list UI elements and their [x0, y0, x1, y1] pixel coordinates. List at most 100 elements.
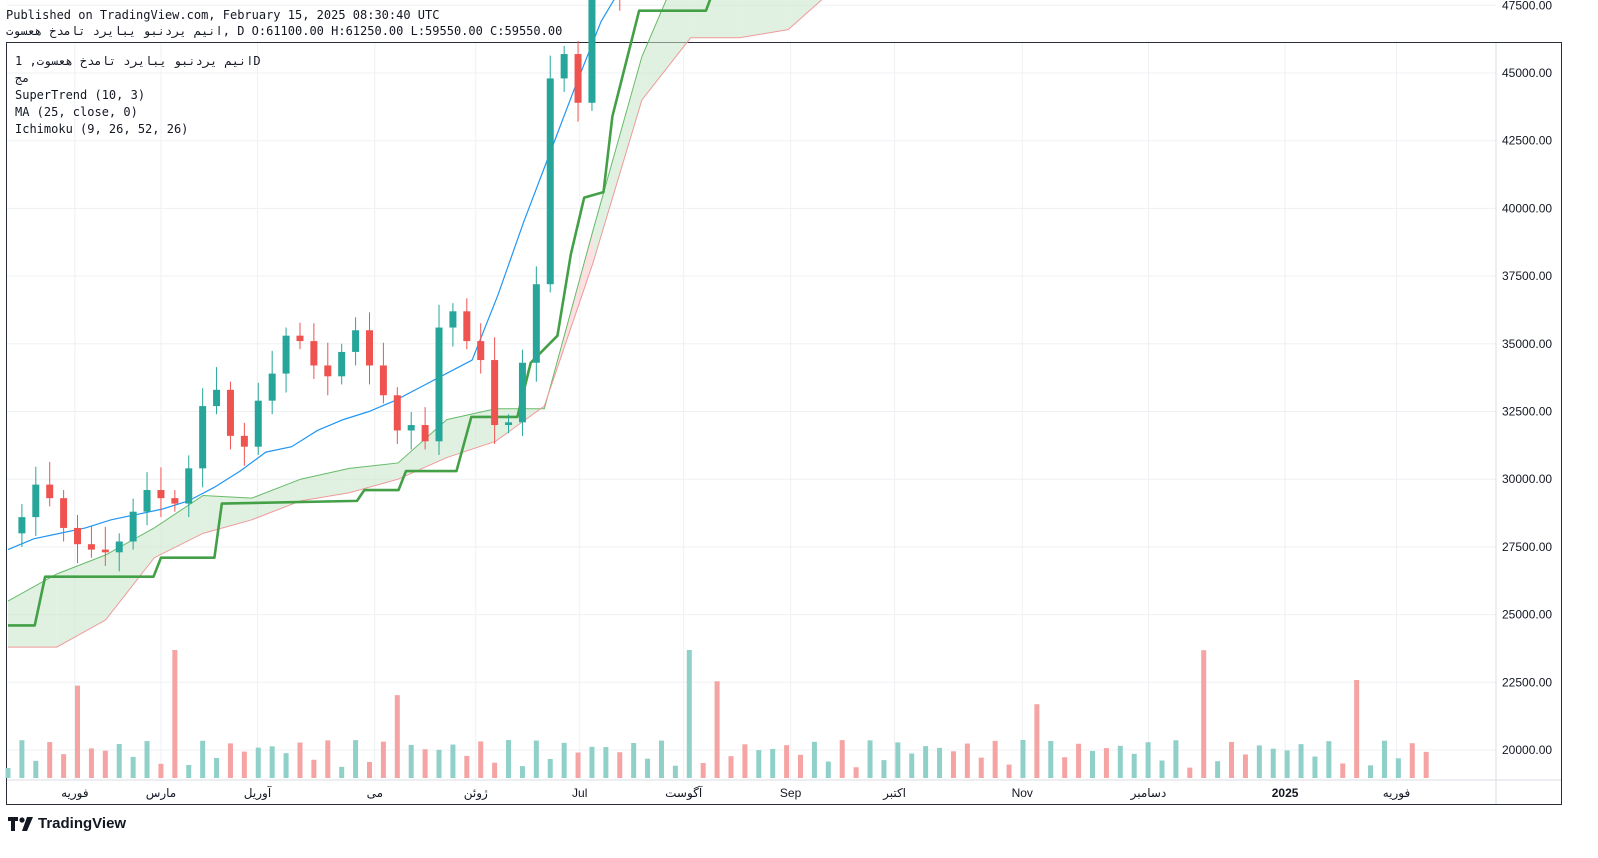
ichimoku-cloud-segment	[251, 479, 301, 520]
candle	[199, 406, 207, 469]
y-tick-label: 27500.00	[1502, 540, 1552, 554]
volume-bar	[728, 756, 734, 778]
volume-bar	[158, 763, 164, 778]
candle	[240, 435, 248, 447]
volume-bar	[1159, 760, 1165, 778]
volume-bar	[61, 754, 67, 778]
legend-supertrend[interactable]: SuperTrend (10, 3)	[15, 88, 145, 102]
volume-bar	[964, 743, 970, 778]
volume-bar	[1187, 767, 1193, 778]
volume-bar	[825, 761, 831, 778]
volume-bar	[75, 685, 81, 778]
x-tick-label: 2025	[1272, 786, 1299, 800]
volume-bar	[839, 740, 845, 778]
y-tick-label: 32500.00	[1502, 405, 1552, 419]
volume-bar	[227, 743, 233, 778]
candle	[338, 351, 346, 377]
volume-bar	[547, 759, 553, 778]
candle	[310, 341, 318, 366]
volume-bar	[214, 757, 220, 778]
x-tick-label: فوریه	[61, 786, 89, 801]
volume-bar	[1020, 740, 1026, 778]
candle	[32, 484, 40, 518]
volume-bar	[297, 742, 303, 778]
y-tick-label: 37500.00	[1502, 269, 1552, 283]
volume-bar	[742, 744, 748, 778]
volume-bar	[950, 751, 956, 778]
candle	[101, 549, 109, 553]
candle	[574, 54, 582, 103]
volume-bar	[978, 757, 984, 778]
volume-bar	[394, 695, 400, 778]
candle	[213, 389, 221, 407]
y-tick-label: 40000.00	[1502, 201, 1552, 215]
y-tick-label: 42500.00	[1502, 134, 1552, 148]
brand-name: TradingView	[38, 815, 127, 832]
candle	[282, 335, 290, 374]
volume-bar	[1145, 742, 1151, 778]
volume-bar	[770, 748, 776, 778]
candle	[226, 389, 234, 436]
x-tick-label: ژوئن	[464, 786, 488, 801]
legend-ichimoku[interactable]: Ichimoku (9, 26, 52, 26)	[15, 122, 188, 136]
volume-bar	[102, 750, 108, 778]
volume-bar	[1131, 753, 1137, 778]
volume-bar	[1381, 740, 1387, 778]
tradingview-logo[interactable]: TradingView	[8, 815, 126, 832]
volume-bar	[200, 740, 206, 778]
candle	[560, 54, 568, 79]
volume-bar	[1368, 765, 1374, 778]
tradingview-logo-icon	[8, 816, 33, 831]
volume-bar	[1117, 745, 1123, 778]
candle	[254, 400, 262, 447]
volume-bar	[1062, 757, 1068, 778]
ma-line	[7, 0, 615, 551]
volume-bar	[255, 747, 261, 778]
volume-bar	[339, 766, 345, 778]
candle	[532, 284, 540, 363]
volume-bar	[492, 762, 498, 778]
volume-bar	[366, 761, 372, 778]
volume-bar	[283, 753, 289, 778]
candle	[352, 330, 360, 352]
candle	[18, 517, 26, 534]
candle	[379, 365, 387, 396]
volume-bar	[1284, 750, 1290, 778]
candle	[588, 0, 596, 103]
volume-bar	[478, 741, 484, 778]
volume-bar	[116, 743, 122, 778]
volume-bar	[353, 740, 359, 778]
candle	[463, 311, 471, 342]
volume-bar	[1034, 704, 1040, 778]
volume-bar	[1354, 680, 1360, 778]
volume-bar	[923, 746, 929, 778]
x-tick-label: آگوست	[665, 785, 703, 801]
ichimoku-cloud-segment	[8, 573, 57, 648]
volume-bar	[672, 765, 678, 778]
volume-bar	[1423, 751, 1429, 778]
candle	[421, 425, 429, 442]
volume-bar	[1326, 741, 1332, 778]
candle	[477, 341, 485, 361]
volume-bar	[1215, 761, 1221, 778]
volume-bar	[895, 742, 901, 778]
candle	[296, 335, 304, 342]
volume-bar	[617, 752, 623, 778]
candle	[407, 425, 415, 431]
volume-bar	[575, 752, 581, 778]
x-tick-label: می	[367, 786, 383, 800]
legend-symbol[interactable]: انیم یردنبو یبایرد تامدخ هعسوت, 1D	[15, 54, 261, 68]
legend-ma[interactable]: MA (25, close, 0)	[15, 105, 138, 119]
candle	[171, 498, 179, 504]
volume-bar	[1242, 754, 1248, 778]
volume-bar	[1395, 758, 1401, 778]
candle	[435, 327, 443, 442]
x-tick-label: Sep	[780, 786, 802, 800]
volume-bar	[5, 768, 11, 778]
price-chart[interactable]: 20000.00 22500.00 25000.00 27500.00 30000.00…	[0, 0, 1598, 858]
candle	[546, 78, 554, 285]
candle	[505, 422, 513, 426]
volume-bar	[700, 763, 706, 778]
volume-bar	[1201, 650, 1207, 778]
candle	[365, 330, 373, 366]
